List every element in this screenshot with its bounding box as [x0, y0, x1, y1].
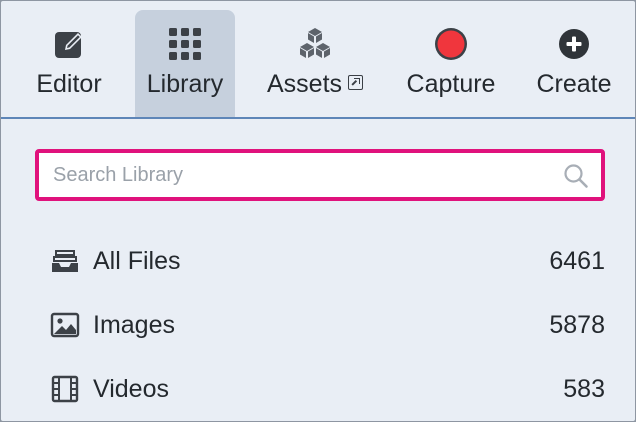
item-label: Images — [93, 310, 175, 339]
top-toolbar: Editor Library Assets Capture Create — [1, 1, 635, 119]
tab-create[interactable]: Create — [519, 10, 629, 117]
library-item-images[interactable]: Images 5878 — [49, 305, 605, 345]
item-count: 6461 — [549, 246, 605, 275]
item-label: Videos — [93, 374, 169, 403]
tab-label: Assets — [266, 70, 343, 98]
grid-icon — [167, 26, 203, 62]
item-count: 5878 — [549, 310, 605, 339]
edit-icon — [51, 26, 87, 62]
tab-label-wrap: Assets — [251, 70, 379, 99]
item-count: 583 — [563, 374, 605, 403]
tab-editor[interactable]: Editor — [9, 10, 129, 117]
library-item-videos[interactable]: Videos 583 — [49, 369, 605, 409]
library-item-all-files[interactable]: All Files 6461 — [49, 241, 605, 281]
search-box — [35, 149, 605, 201]
film-icon — [49, 373, 81, 405]
search-input[interactable] — [39, 153, 549, 197]
external-link-icon — [348, 75, 364, 90]
tab-label: Capture — [406, 70, 496, 98]
library-panel: Editor Library Assets Capture Create Sea… — [1, 1, 635, 421]
plus-circle-icon — [556, 26, 592, 62]
tab-label: Editor — [36, 70, 102, 98]
cubes-icon — [297, 26, 333, 62]
search-icon[interactable] — [563, 163, 589, 189]
tab-library[interactable]: Library — [135, 10, 235, 117]
tab-assets[interactable]: Assets — [251, 10, 379, 117]
item-label: All Files — [93, 246, 181, 275]
tab-label: Library — [146, 70, 224, 98]
record-icon — [433, 26, 469, 62]
tab-capture[interactable]: Capture — [393, 10, 509, 117]
tab-label: Create — [536, 70, 612, 98]
inbox-tray-icon — [49, 245, 81, 277]
image-icon — [49, 309, 81, 341]
